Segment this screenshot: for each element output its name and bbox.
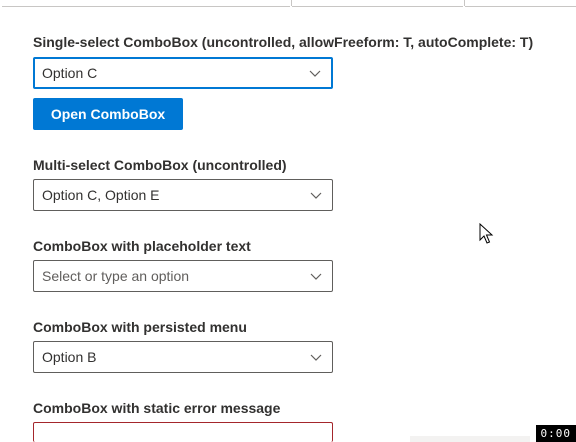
single-select-value[interactable]: Option C [42, 65, 331, 81]
error-combobox-label: ComboBox with static error message [33, 400, 281, 416]
open-combobox-button[interactable]: Open ComboBox [33, 98, 183, 130]
error-combobox[interactable] [33, 422, 333, 442]
top-tab-segment [465, 0, 576, 7]
chevron-down-icon[interactable] [309, 188, 323, 202]
mouse-pointer-icon [479, 223, 494, 244]
placeholder-combobox-text[interactable]: Select or type an option [42, 268, 332, 284]
video-timer: 0:00 [535, 425, 576, 442]
single-select-label: Single-select ComboBox (uncontrolled, al… [33, 34, 534, 50]
bottom-scroll-strip [410, 436, 530, 442]
multi-select-value[interactable]: Option C, Option E [42, 187, 332, 203]
persisted-combobox-label: ComboBox with persisted menu [33, 319, 247, 335]
chevron-down-icon[interactable] [309, 350, 323, 364]
persisted-combobox[interactable]: Option B [33, 341, 333, 373]
chevron-down-icon[interactable] [308, 66, 322, 80]
multi-select-combobox[interactable]: Option C, Option E [33, 179, 333, 211]
persisted-combobox-value[interactable]: Option B [42, 349, 332, 365]
placeholder-combobox-label: ComboBox with placeholder text [33, 238, 251, 254]
top-tab-strip [0, 0, 576, 7]
chevron-down-icon[interactable] [309, 269, 323, 283]
multi-select-label: Multi-select ComboBox (uncontrolled) [33, 157, 287, 173]
single-select-combobox[interactable]: Option C [33, 57, 333, 89]
top-tab-segment [292, 0, 463, 7]
placeholder-combobox[interactable]: Select or type an option [33, 260, 333, 292]
top-tab-segment [2, 0, 290, 7]
